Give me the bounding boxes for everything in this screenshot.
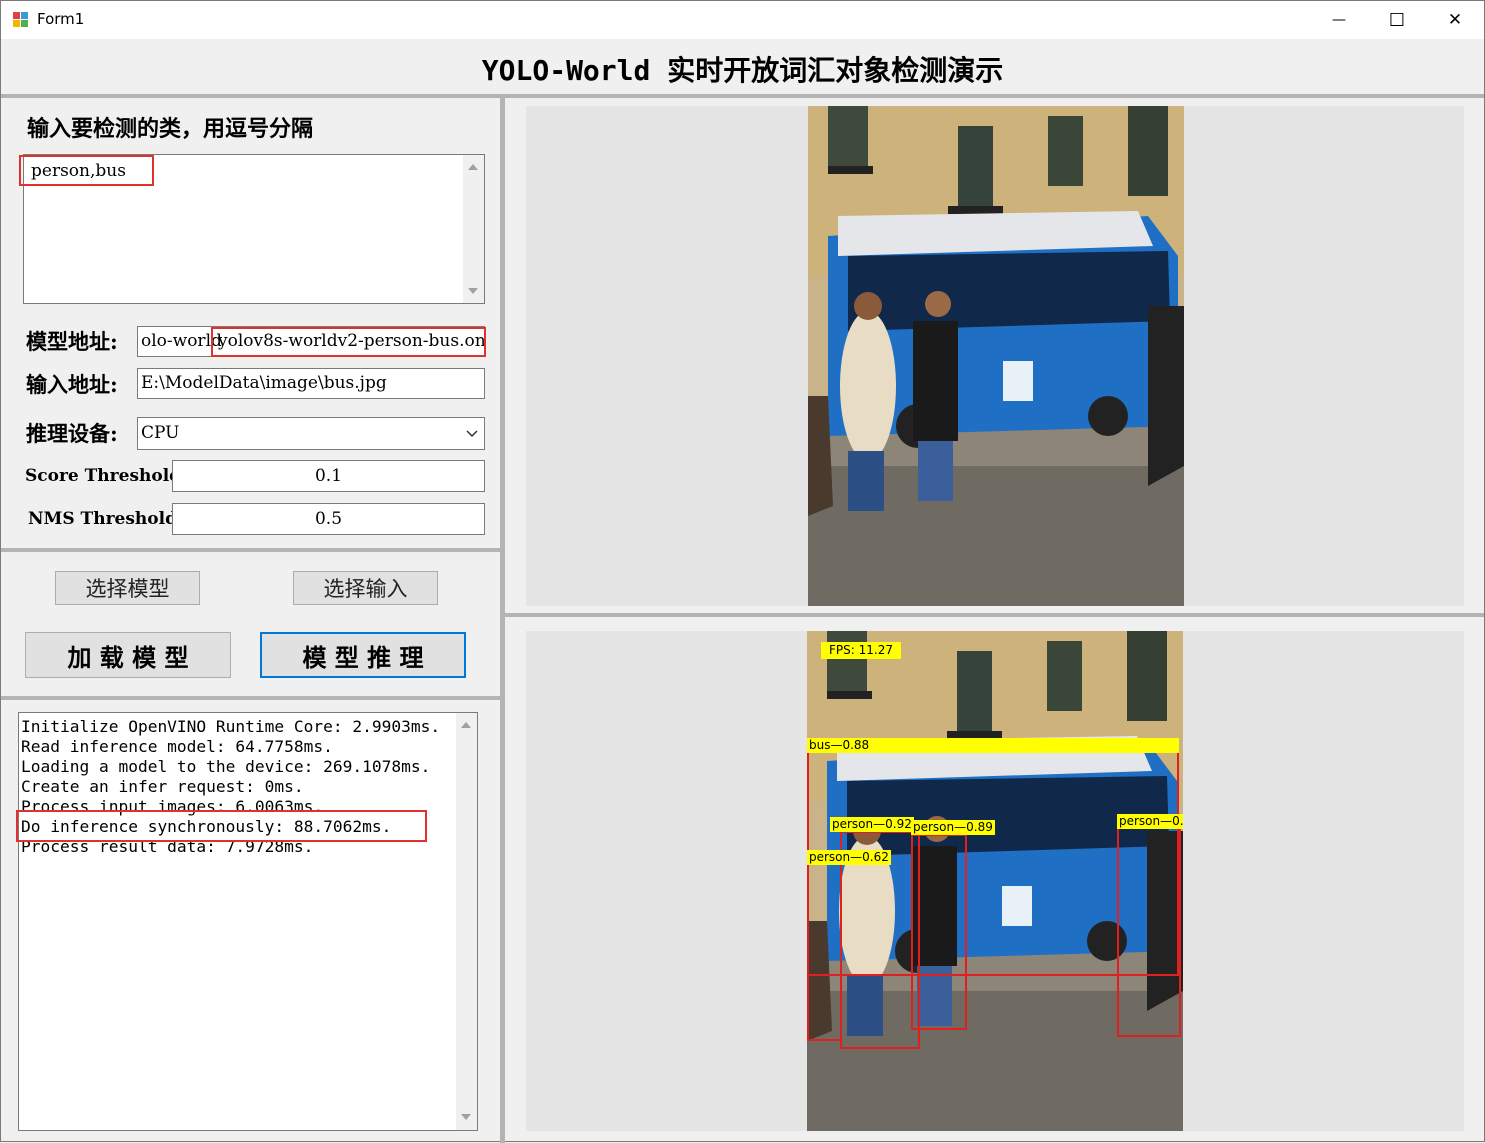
fps-label: FPS: 11.27 (821, 642, 901, 659)
select-model-button[interactable]: 选择模型 (55, 571, 200, 605)
load-model-button[interactable]: 加 载 模 型 (25, 632, 231, 678)
log-line: Create an infer request: 0ms. (21, 777, 304, 796)
detection-box (807, 863, 842, 1041)
detection-box (911, 834, 967, 1030)
input-path-label: 输入地址: (26, 372, 118, 397)
scroll-up-icon[interactable] (468, 164, 478, 170)
detection-label: person—0.89 (911, 820, 995, 835)
classes-scrollbar[interactable] (463, 155, 484, 303)
source-image-panel (526, 106, 1464, 606)
detection-label: person—0.9 (1117, 814, 1183, 829)
device-label: 推理设备: (26, 421, 118, 446)
maximize-button[interactable]: ☐ (1368, 1, 1426, 39)
nms-threshold-input[interactable]: 0.5 (172, 503, 485, 535)
log-scrollbar[interactable] (456, 713, 477, 1130)
infer-button[interactable]: 模 型 推 理 (260, 632, 466, 678)
log-line: Loading a model to the device: 269.1078m… (21, 757, 431, 776)
score-threshold-input[interactable]: 0.1 (172, 460, 485, 492)
model-path-prefix: olo-world (141, 331, 222, 351)
log-textarea[interactable]: Initialize OpenVINO Runtime Core: 2.9903… (18, 712, 478, 1131)
select-input-button[interactable]: 选择输入 (293, 571, 438, 605)
divider (1, 94, 1484, 98)
device-select[interactable]: CPU (137, 417, 485, 450)
score-threshold-value: 0.1 (314, 466, 343, 486)
model-path-label: 模型地址: (26, 329, 118, 354)
divider (505, 613, 1484, 617)
title-bar: Form1 — ☐ ✕ (1, 1, 1484, 39)
score-threshold-label: Score Threshold: (25, 466, 188, 486)
log-line: Initialize OpenVINO Runtime Core: 2.9903… (21, 717, 441, 736)
close-icon: ✕ (1447, 10, 1463, 30)
input-path-input[interactable]: E:\ModelData\image\bus.jpg (137, 368, 485, 399)
result-image-panel: FPS: 11.27 bus—0.88 person—0.92 person—0… (526, 631, 1464, 1131)
nms-threshold-value: 0.5 (314, 509, 343, 529)
detection-label: person—0.92 (830, 817, 914, 832)
source-image (808, 106, 1184, 606)
divider (1, 548, 500, 552)
classes-label: 输入要检测的类，用逗号分隔 (27, 116, 314, 142)
scroll-up-icon[interactable] (461, 722, 471, 728)
minimize-icon: — (1332, 12, 1346, 28)
device-value: CPU (141, 423, 180, 443)
window-title: Form1 (37, 10, 85, 28)
app-window: Form1 — ☐ ✕ YOLO-World 实时开放词汇对象检测演示 输入要检… (0, 0, 1485, 1143)
highlight-box (16, 810, 427, 842)
detection-label: bus—0.88 (807, 738, 1179, 753)
maximize-icon: ☐ (1388, 9, 1406, 31)
highlight-box (19, 155, 154, 186)
app-icon (13, 12, 29, 28)
scroll-down-icon[interactable] (468, 288, 478, 294)
chevron-down-icon[interactable] (466, 430, 478, 438)
header: YOLO-World 实时开放词汇对象检测演示 (1, 39, 1484, 95)
minimize-button[interactable]: — (1310, 1, 1368, 39)
input-path-value: E:\ModelData\image\bus.jpg (141, 373, 387, 393)
detection-box (1117, 827, 1181, 1037)
page-title: YOLO-World 实时开放词汇对象检测演示 (481, 54, 1004, 87)
divider (1, 696, 500, 700)
log-line: Read inference model: 64.7758ms. (21, 737, 333, 756)
close-button[interactable]: ✕ (1426, 1, 1484, 39)
nms-threshold-label: NMS Threshold: (28, 509, 184, 529)
highlight-box (211, 327, 486, 357)
divider (500, 98, 505, 1143)
scroll-down-icon[interactable] (461, 1114, 471, 1120)
detection-label: person—0.62 (807, 850, 891, 865)
result-image: FPS: 11.27 bus—0.88 person—0.92 person—0… (807, 631, 1183, 1131)
bus-street-photo (808, 106, 1184, 606)
